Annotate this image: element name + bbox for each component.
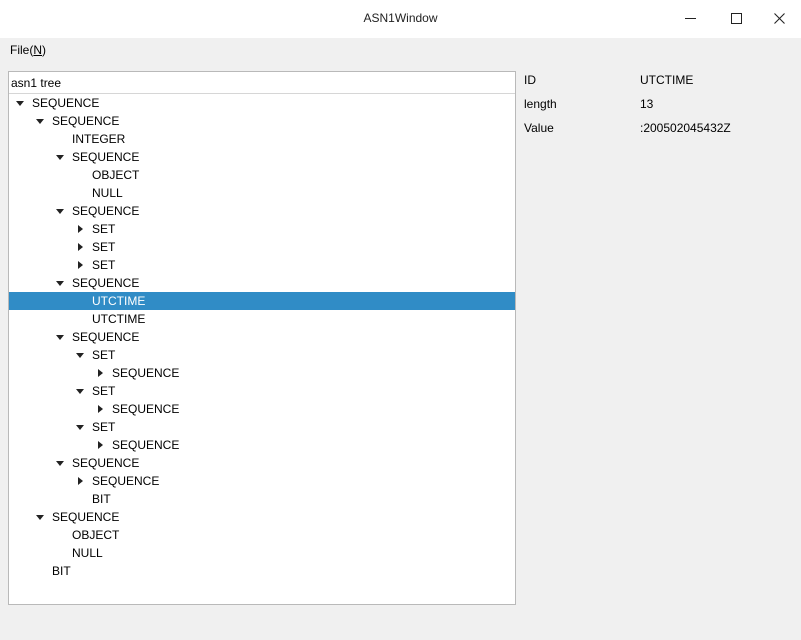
tree-node[interactable]: OBJECT bbox=[9, 526, 515, 544]
tree-node[interactable]: BIT bbox=[9, 490, 515, 508]
tree-node-label: SEQUENCE bbox=[92, 474, 160, 488]
tree-node-label: SEQUENCE bbox=[112, 402, 180, 416]
tree-node[interactable]: SEQUENCE bbox=[9, 202, 515, 220]
expanded-arrow-icon[interactable] bbox=[15, 94, 25, 112]
tree-node-label: BIT bbox=[92, 492, 111, 506]
detail-value: :200502045432Z bbox=[640, 121, 731, 135]
collapsed-arrow-icon[interactable] bbox=[75, 220, 85, 238]
tree-node-label: SEQUENCE bbox=[72, 150, 140, 164]
tree-node-label: INTEGER bbox=[72, 132, 126, 146]
close-button[interactable] bbox=[757, 0, 801, 36]
tree-node-label: SEQUENCE bbox=[72, 276, 140, 290]
tree-node[interactable]: SET bbox=[9, 382, 515, 400]
tree-node[interactable]: NULL bbox=[9, 544, 515, 562]
tree-node-label: UTCTIME bbox=[92, 312, 146, 326]
detail-key: Value bbox=[524, 121, 554, 135]
tree-node-label: UTCTIME bbox=[92, 294, 146, 308]
tree-node[interactable]: SEQUENCE bbox=[9, 274, 515, 292]
tree-node-label: SEQUENCE bbox=[72, 456, 140, 470]
tree-node-label: SET bbox=[92, 384, 116, 398]
tree-node[interactable]: INTEGER bbox=[9, 130, 515, 148]
asn1-tree-view[interactable]: asn1 tree SEQUENCE SEQUENCE INTEGER SEQUENC… bbox=[8, 71, 516, 605]
expanded-arrow-icon[interactable] bbox=[55, 454, 65, 472]
tree-node[interactable]: UTCTIME bbox=[9, 292, 515, 310]
collapsed-arrow-icon[interactable] bbox=[95, 364, 105, 382]
expanded-arrow-icon[interactable] bbox=[55, 328, 65, 346]
minimize-button[interactable] bbox=[668, 0, 712, 36]
detail-key: ID bbox=[524, 73, 536, 87]
tree-node[interactable]: SEQUENCE bbox=[9, 112, 515, 130]
menu-file-prefix: File( bbox=[10, 43, 34, 57]
expanded-arrow-icon[interactable] bbox=[55, 274, 65, 292]
tree-node[interactable]: UTCTIME bbox=[9, 310, 515, 328]
maximize-button[interactable] bbox=[714, 0, 758, 36]
tree-node-label: SEQUENCE bbox=[72, 204, 140, 218]
title-bar[interactable]: ASN1Window bbox=[0, 0, 801, 38]
expanded-arrow-icon[interactable] bbox=[75, 382, 85, 400]
detail-value: 13 bbox=[640, 97, 654, 111]
tree-node[interactable]: SET bbox=[9, 346, 515, 364]
detail-key: length bbox=[524, 97, 557, 111]
tree-node[interactable]: SEQUENCE bbox=[9, 436, 515, 454]
collapsed-arrow-icon[interactable] bbox=[95, 400, 105, 418]
tree-node[interactable]: SET bbox=[9, 220, 515, 238]
tree-node-label: OBJECT bbox=[72, 528, 120, 542]
collapsed-arrow-icon[interactable] bbox=[75, 256, 85, 274]
tree-node-label: SET bbox=[92, 240, 116, 254]
detail-value: UTCTIME bbox=[640, 73, 694, 87]
tree-node[interactable]: SEQUENCE bbox=[9, 94, 515, 112]
tree-node[interactable]: SEQUENCE bbox=[9, 400, 515, 418]
menu-bar: File(N) bbox=[0, 38, 801, 62]
collapsed-arrow-icon[interactable] bbox=[75, 472, 85, 490]
tree-node[interactable]: NULL bbox=[9, 184, 515, 202]
maximize-icon bbox=[730, 12, 742, 24]
tree-node-label: SEQUENCE bbox=[72, 330, 140, 344]
details-panel: ID UTCTIME length 13 Value :200502045432Z bbox=[524, 71, 794, 143]
tree-node[interactable]: SEQUENCE bbox=[9, 508, 515, 526]
tree-node-label: SET bbox=[92, 420, 116, 434]
expanded-arrow-icon[interactable] bbox=[35, 112, 45, 130]
expanded-arrow-icon[interactable] bbox=[75, 346, 85, 364]
collapsed-arrow-icon[interactable] bbox=[95, 436, 105, 454]
tree-node-label: SEQUENCE bbox=[32, 96, 100, 110]
tree-node-label: SET bbox=[92, 222, 116, 236]
detail-row: ID UTCTIME bbox=[524, 71, 794, 95]
tree-node-label: NULL bbox=[92, 186, 123, 200]
tree-node[interactable]: SEQUENCE bbox=[9, 148, 515, 166]
menu-file[interactable]: File(N) bbox=[10, 43, 46, 57]
tree-node-label: SEQUENCE bbox=[52, 510, 120, 524]
expanded-arrow-icon[interactable] bbox=[75, 418, 85, 436]
tree-node-label: SEQUENCE bbox=[52, 114, 120, 128]
tree-node-label: SEQUENCE bbox=[112, 438, 180, 452]
minimize-icon bbox=[684, 17, 696, 19]
tree-node[interactable]: SET bbox=[9, 238, 515, 256]
tree-node-label: OBJECT bbox=[92, 168, 140, 182]
tree-node[interactable]: SEQUENCE bbox=[9, 472, 515, 490]
expanded-arrow-icon[interactable] bbox=[35, 508, 45, 526]
tree-node[interactable]: SEQUENCE bbox=[9, 364, 515, 382]
detail-row: Value :200502045432Z bbox=[524, 119, 794, 143]
close-icon bbox=[773, 12, 785, 24]
menu-file-accelerator: N bbox=[33, 43, 43, 57]
tree-node[interactable]: SEQUENCE bbox=[9, 454, 515, 472]
menu-file-suffix: ) bbox=[42, 43, 47, 57]
tree-node[interactable]: SET bbox=[9, 256, 515, 274]
expanded-arrow-icon[interactable] bbox=[55, 148, 65, 166]
collapsed-arrow-icon[interactable] bbox=[75, 238, 85, 256]
asn1-window: ASN1Window File(N) asn1 tree SEQUENCE SEQ… bbox=[0, 0, 801, 640]
tree-node[interactable]: OBJECT bbox=[9, 166, 515, 184]
detail-row: length 13 bbox=[524, 95, 794, 119]
tree-node[interactable]: BIT bbox=[9, 562, 515, 580]
tree-node[interactable]: SET bbox=[9, 418, 515, 436]
tree-node-label: SET bbox=[92, 258, 116, 272]
tree-node-label: BIT bbox=[52, 564, 71, 578]
tree-node-label: SET bbox=[92, 348, 116, 362]
tree-node[interactable]: SEQUENCE bbox=[9, 328, 515, 346]
tree-header[interactable]: asn1 tree bbox=[9, 72, 515, 94]
expanded-arrow-icon[interactable] bbox=[55, 202, 65, 220]
tree-node-label: NULL bbox=[72, 546, 103, 560]
tree-node-label: SEQUENCE bbox=[112, 366, 180, 380]
